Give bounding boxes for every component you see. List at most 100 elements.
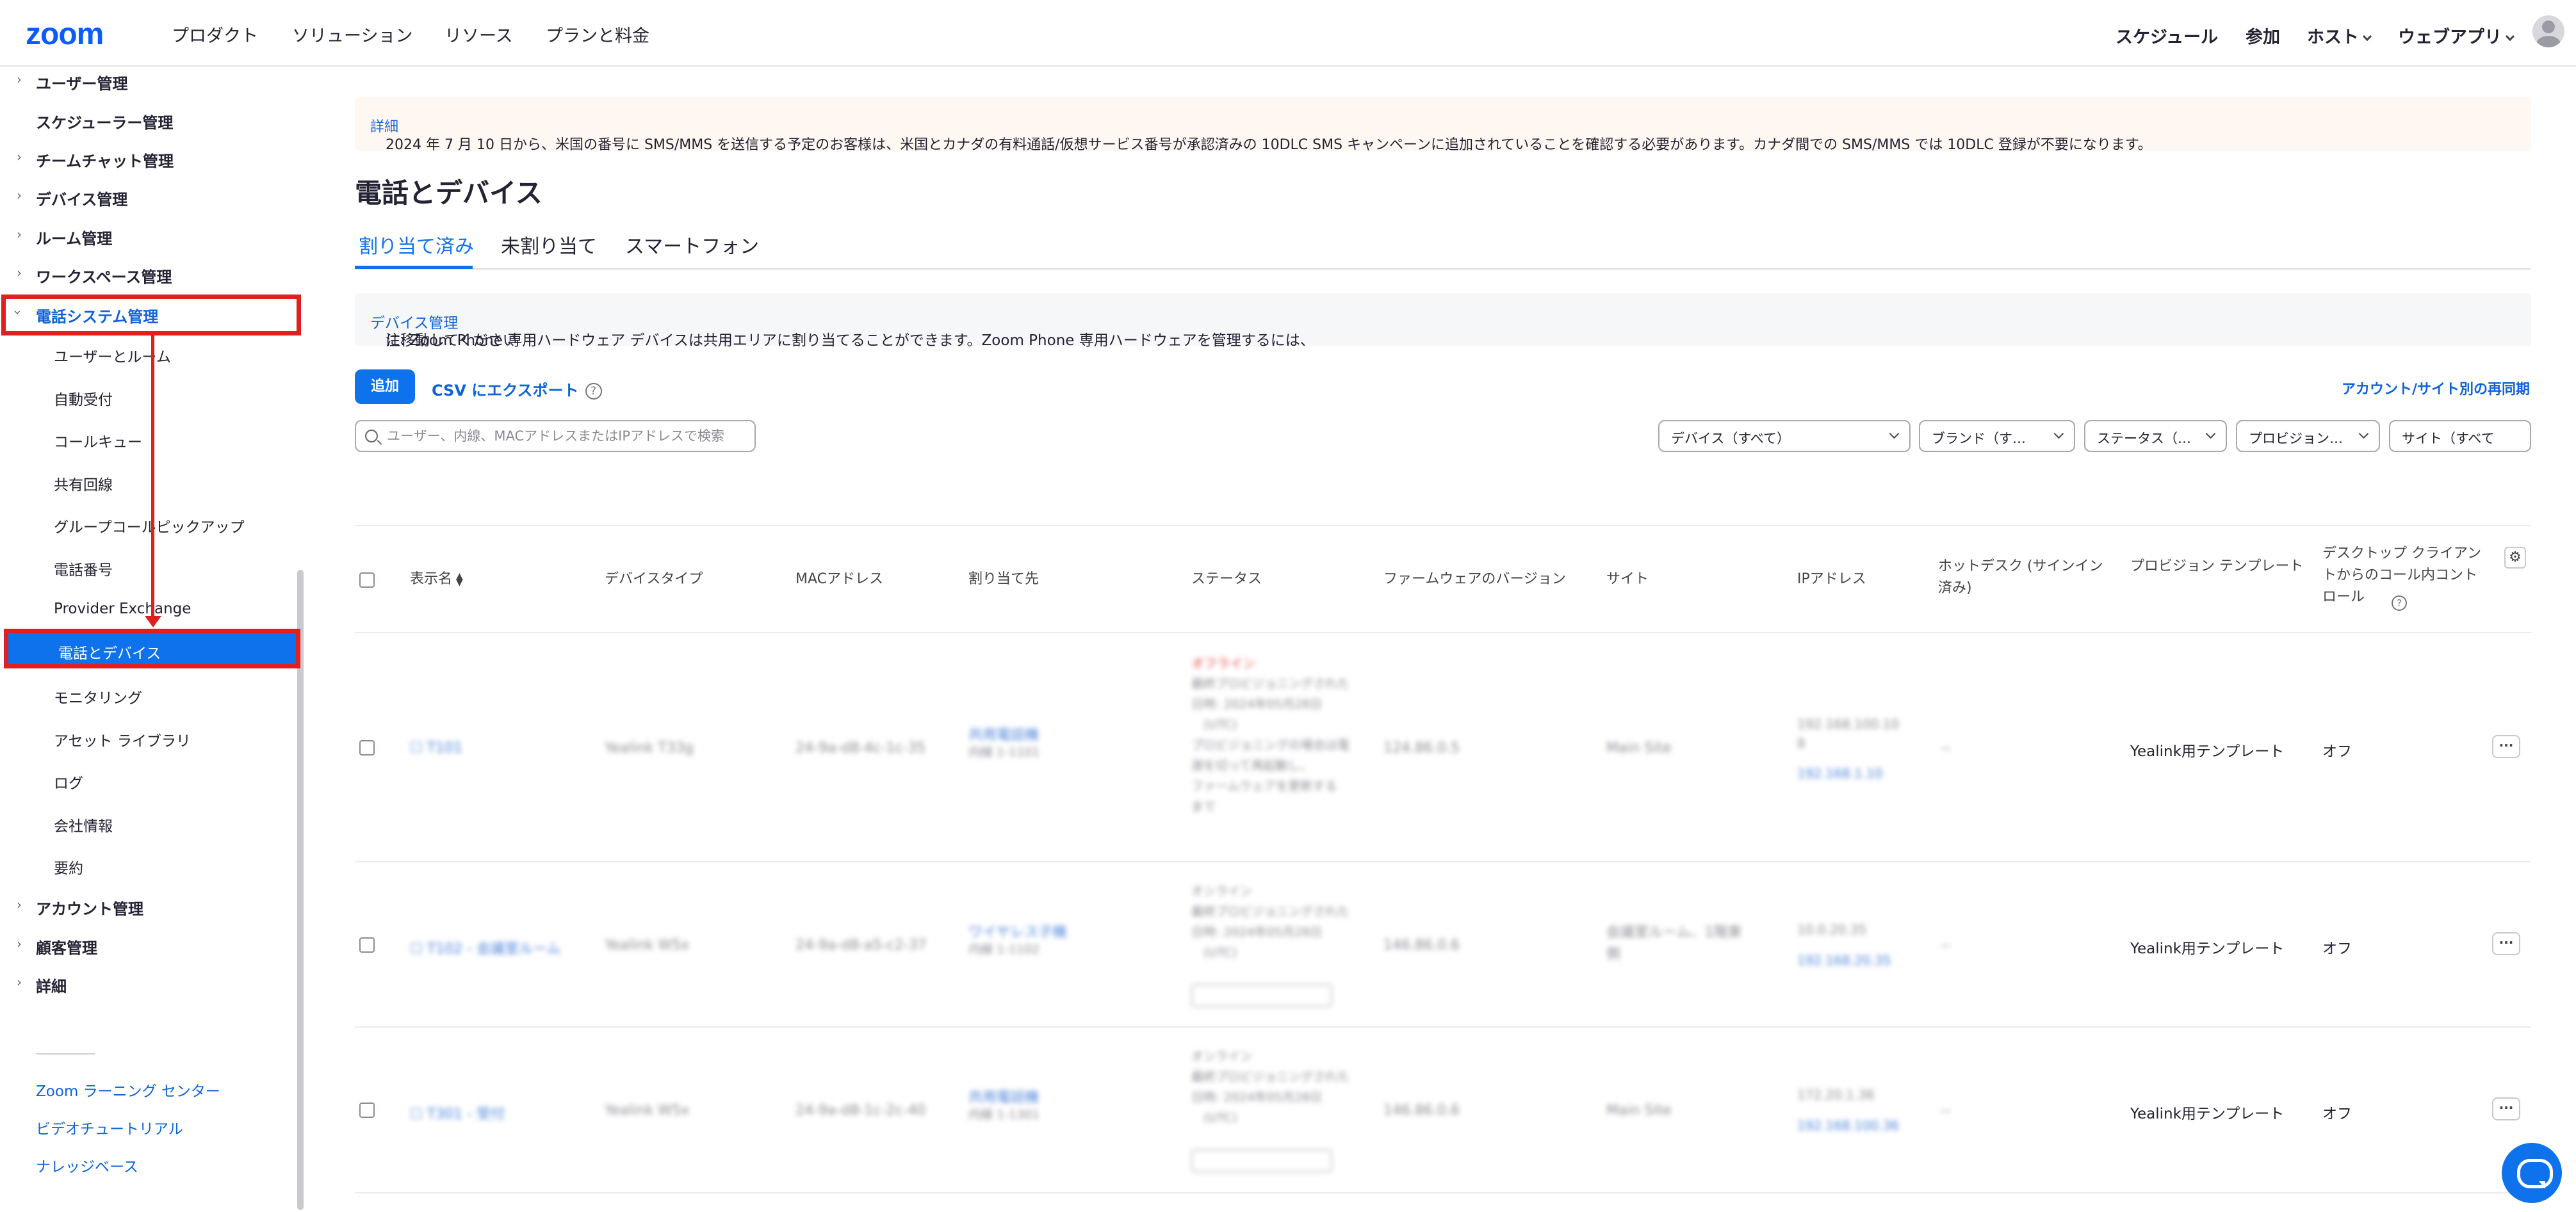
row-display-name-blurred[interactable]: ☐ T301 - 受付	[410, 1103, 505, 1123]
row-assigned-blurred[interactable]: 共用電話機	[968, 723, 1039, 744]
nav-schedule[interactable]: スケジュール	[2115, 23, 2218, 48]
column-header-provision-template: プロビジョン テンプレート	[2130, 558, 2304, 574]
row-checkbox[interactable]	[359, 937, 375, 953]
row-display-name-blurred[interactable]: ☐ T101	[410, 740, 462, 756]
sidebar-subitem-group-call-pickup[interactable]: グループコールピックアップ	[54, 515, 245, 537]
sidebar-subitem-shared-lines[interactable]: 共有回線	[54, 473, 113, 494]
tab-smartphone[interactable]: スマートフォン	[625, 230, 759, 259]
row-more-button[interactable]: ···	[2492, 735, 2520, 758]
filter-status[interactable]: ステータス（…	[2084, 420, 2227, 452]
avatar[interactable]	[2532, 15, 2564, 47]
column-header-device-type: デバイスタイプ	[605, 571, 703, 587]
sidebar-subitem-phone-numbers[interactable]: 電話番号	[54, 558, 113, 579]
help-icon[interactable]: ?	[2392, 595, 2407, 611]
nav-resources[interactable]: リソース	[444, 22, 513, 47]
nav-webapp[interactable]: ウェブアプリ	[2398, 23, 2515, 48]
sidebar-subitem-monitoring[interactable]: モニタリング	[54, 686, 142, 707]
sidebar-link-video-tutorials[interactable]: ビデオチュートリアル	[36, 1117, 183, 1138]
search-icon	[365, 430, 378, 442]
sidebar-link-learning-center[interactable]: Zoom ラーニング センター	[36, 1079, 220, 1101]
nav-join[interactable]: 参加	[2246, 23, 2280, 48]
row-border	[355, 861, 2531, 862]
row-ip2-blurred[interactable]: 192.168.1.10	[1797, 766, 1883, 781]
search-box	[355, 420, 756, 452]
sidebar-subitem-call-queues[interactable]: コールキュー	[54, 430, 142, 451]
add-button[interactable]: 追加	[355, 369, 415, 404]
row-assigned-ext-blurred: 内線 1-1301	[968, 1108, 1040, 1122]
row-assigned-ext-blurred: 内線 1-1101	[968, 745, 1040, 759]
nav-pricing[interactable]: プランと料金	[546, 22, 649, 47]
chevron-right-icon: ›	[17, 72, 22, 87]
help-icon[interactable]: ?	[585, 383, 602, 400]
sidebar-subitem-provider-exchange[interactable]: Provider Exchange	[54, 601, 191, 617]
chevron-right-icon: ›	[17, 149, 22, 165]
row-assigned-blurred[interactable]: 共用電話機	[968, 1086, 1039, 1106]
sidebar-item-scheduler-management[interactable]: スケジューラー管理	[36, 110, 173, 133]
sidebar-item-user-management[interactable]: ユーザー管理	[36, 71, 128, 93]
search-input[interactable]	[387, 426, 746, 446]
sidebar-subitem-logs[interactable]: ログ	[54, 771, 83, 793]
row-assigned-blurred[interactable]: ワイヤレス子機	[968, 921, 1066, 941]
row-provision-badge-blurred	[1191, 1149, 1332, 1172]
resync-link[interactable]: アカウント/サイト別の再同期	[2342, 378, 2530, 398]
row-more-button[interactable]: ···	[2492, 1097, 2520, 1120]
sidebar-subitem-phones-devices[interactable]: 電話とデバイス	[4, 629, 300, 668]
filter-provision[interactable]: プロビジョン…	[2236, 420, 2380, 452]
nav-webapp-label: ウェブアプリ	[2398, 28, 2502, 47]
chevron-down-icon	[1889, 428, 1900, 439]
column-settings-gear-icon[interactable]: ⚙	[2504, 547, 2526, 569]
chat-support-icon[interactable]	[2502, 1143, 2562, 1203]
row-status-detail-blurred: 最終プロビジョニングされた 日時: 2024年05月28日 (UTC) プロビジョニ…	[1191, 677, 1350, 814]
sidebar-divider	[36, 1053, 95, 1054]
nav-solutions[interactable]: ソリューション	[292, 22, 412, 47]
highlight-arrow-head	[145, 616, 161, 627]
nav-products[interactable]: プロダクト	[172, 22, 258, 47]
chevron-right-icon: ›	[17, 974, 22, 990]
sidebar-item-details[interactable]: 詳細	[36, 974, 67, 996]
row-ip-blurred: 172.20.1.36	[1797, 1087, 1875, 1103]
chevron-right-icon: ›	[17, 897, 22, 912]
row-ip2-blurred[interactable]: 192.168.20.35	[1797, 953, 1891, 968]
csv-export-button[interactable]: CSV にエクスポート?	[432, 378, 602, 400]
filter-brand-label: ブランド（す…	[1932, 431, 2026, 446]
filter-site-label: サイト（すべて	[2402, 431, 2495, 446]
sidebar-item-team-chat[interactable]: チームチャット管理	[36, 149, 174, 171]
chevron-right-icon: ›	[17, 265, 22, 280]
filter-site[interactable]: サイト（すべて	[2389, 420, 2531, 452]
top-navigation: zoom プロダクト ソリューション リソース プランと料金 スケジュール 参加…	[0, 0, 2576, 67]
sidebar-subitem-company-info[interactable]: 会社情報	[54, 814, 113, 836]
sidebar-subitem-summary[interactable]: 要約	[54, 856, 83, 878]
sidebar-item-device-management[interactable]: デバイス管理	[36, 187, 127, 209]
row-ip2-blurred[interactable]: 192.168.100.36	[1797, 1118, 1899, 1133]
row-display-name-blurred[interactable]: ☐ T102 - 会議室ルーム	[410, 937, 560, 958]
sort-icon[interactable]: ▲ ▼	[456, 572, 463, 587]
chevron-down-icon	[2053, 428, 2064, 439]
sidebar-item-workspace-management[interactable]: ワークスペース管理	[36, 264, 172, 287]
sidebar-subitem-auto-receptionist[interactable]: 自動受付	[54, 387, 113, 409]
sidebar-subitem-asset-library[interactable]: アセット ライブラリ	[54, 729, 191, 750]
row-call-control: オフ	[2322, 941, 2352, 957]
row-mac-blurred: 24-9a-d8-a5-c2-37	[795, 937, 927, 953]
row-template: Yealink用テンプレート	[2130, 743, 2285, 760]
row-checkbox[interactable]	[359, 740, 375, 755]
row-hotdesk-blurred: --	[1941, 1103, 1951, 1119]
sidebar-link-knowledge-base[interactable]: ナレッジベース	[36, 1154, 138, 1176]
column-header-site: サイト	[1606, 571, 1649, 587]
tab-unassigned[interactable]: 未割り当て	[501, 230, 597, 259]
chevron-down-icon	[2205, 428, 2216, 439]
filter-brand[interactable]: ブランド（す…	[1919, 420, 2075, 452]
filter-status-label: ステータス（…	[2097, 431, 2191, 446]
sidebar-item-room-management[interactable]: ルーム管理	[36, 226, 112, 248]
nav-host[interactable]: ホスト	[2307, 23, 2372, 48]
tab-assigned[interactable]: 割り当て済み	[359, 230, 474, 259]
zoom-logo[interactable]: zoom	[26, 17, 104, 52]
row-checkbox[interactable]	[359, 1103, 375, 1118]
row-status-offline-blurred: オフライン	[1191, 656, 1255, 671]
table-top-border	[355, 525, 2531, 526]
column-header-display-name[interactable]: 表示名 ▲ ▼	[410, 569, 463, 590]
select-all-checkbox[interactable]	[359, 572, 375, 588]
filter-device[interactable]: デバイス（すべて）	[1658, 420, 1911, 452]
sidebar-item-customer-management[interactable]: 顧客管理	[36, 935, 97, 958]
row-more-button[interactable]: ···	[2492, 932, 2520, 955]
sidebar-item-account-management[interactable]: アカウント管理	[36, 896, 143, 919]
